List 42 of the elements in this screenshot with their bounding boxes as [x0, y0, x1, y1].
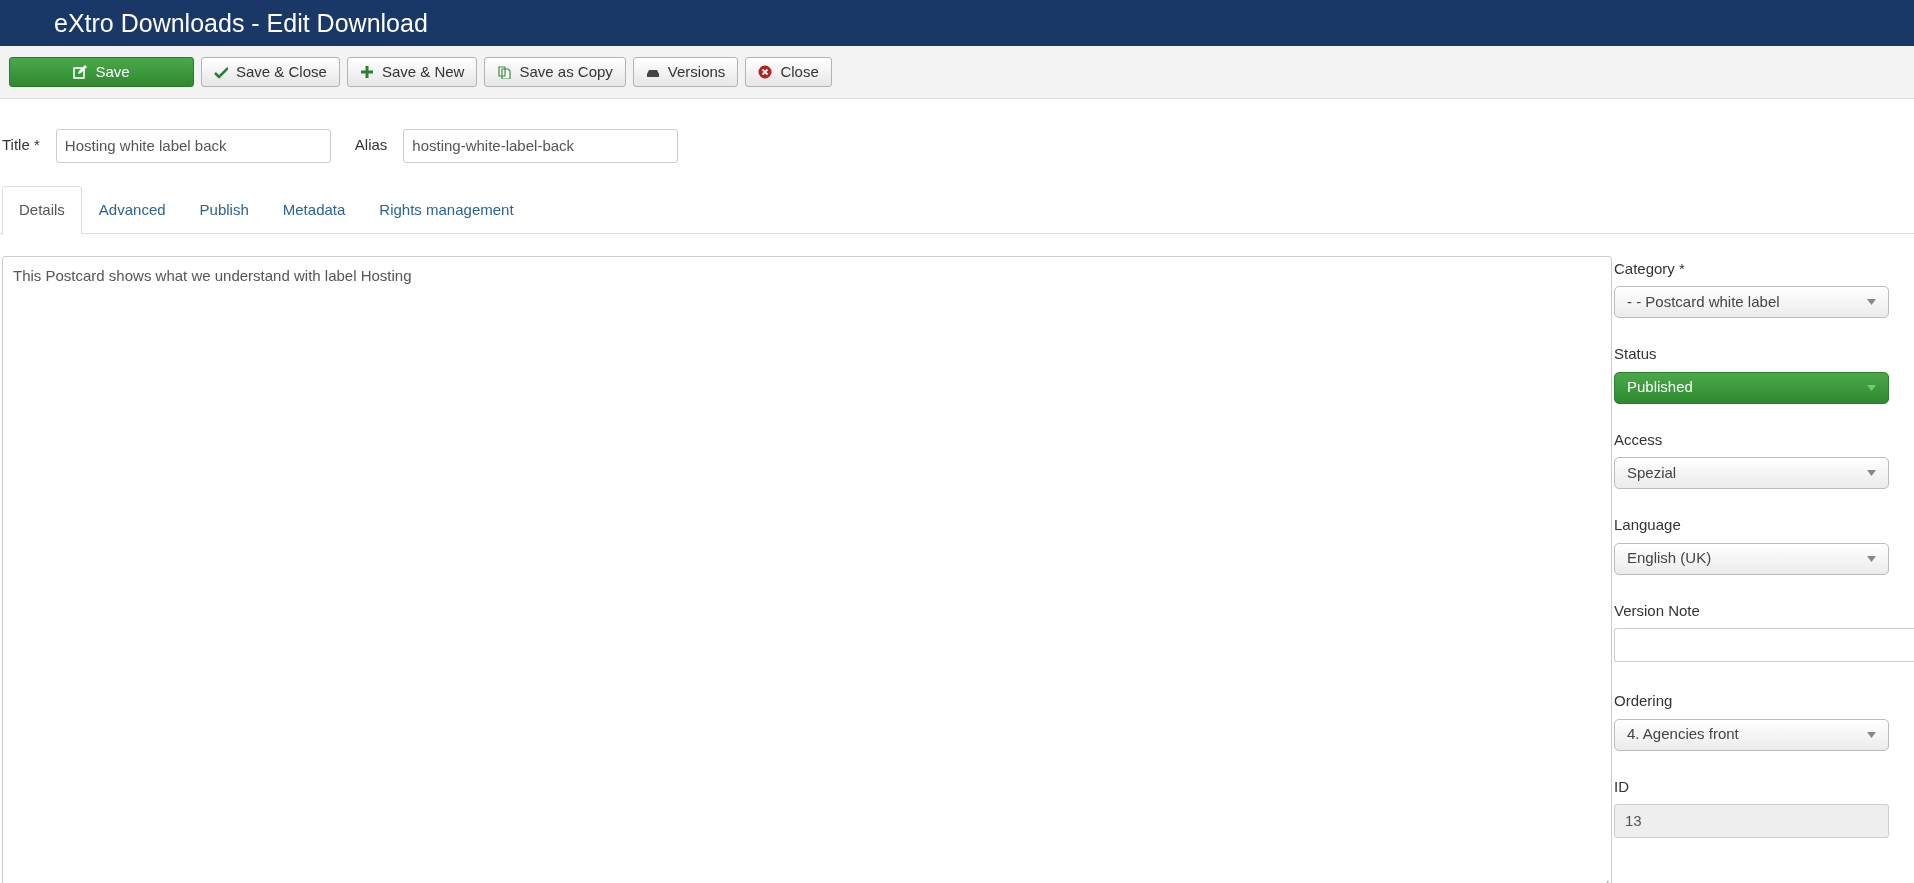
id-field: 13	[1614, 804, 1889, 838]
versions-button[interactable]: Versions	[632, 57, 739, 87]
field-label: Status	[1614, 344, 1658, 364]
dropdown[interactable]: English (UK)	[1614, 542, 1889, 575]
page-title: eXtro Downloads - Edit Download	[54, 8, 428, 38]
copy-icon	[497, 65, 512, 79]
field-label: Ordering	[1614, 691, 1674, 711]
dropdown[interactable]: Spezial	[1614, 457, 1889, 489]
field-label: Access	[1614, 429, 1664, 450]
editor-text: This Postcard shows what we understand with label Hosting	[13, 266, 412, 284]
save-copy-button[interactable]: Save as Copy	[484, 57, 626, 87]
field-label: Category *	[1614, 258, 1686, 279]
tab[interactable]: Metadata	[265, 186, 363, 234]
caret-icon	[1867, 555, 1876, 562]
field-label: Version Note	[1614, 600, 1701, 621]
dropdown[interactable]: - - Postcard white label	[1614, 286, 1889, 318]
save-close-button[interactable]: Save & Close	[201, 57, 340, 87]
caret-icon	[1867, 299, 1876, 305]
save-new-button[interactable]: Save & New	[346, 57, 478, 87]
tab[interactable]: Details	[2, 186, 82, 234]
tab[interactable]: Advanced	[81, 186, 183, 234]
alias-label: Alias	[354, 135, 388, 156]
plus-icon	[359, 65, 374, 79]
dropdown[interactable]: 4. Agencies front	[1614, 718, 1889, 751]
edit-icon	[73, 65, 88, 79]
version-note-field[interactable]	[1614, 628, 1914, 662]
check-icon	[214, 65, 228, 79]
tab[interactable]: Publish	[182, 186, 266, 234]
save-button[interactable]: Save	[9, 57, 194, 87]
field-label: Language	[1614, 515, 1682, 535]
tab[interactable]: Rights management	[362, 186, 531, 234]
title-label: Title *	[2, 135, 40, 156]
caret-icon	[1867, 731, 1876, 738]
caret-icon	[1867, 384, 1876, 391]
close-icon	[758, 65, 773, 79]
close-button[interactable]: Close	[745, 57, 832, 87]
description-editor[interactable]: This Postcard shows what we understand with label Hosting	[2, 255, 1612, 883]
alias-field[interactable]: hosting-white-label-back	[403, 128, 679, 163]
field-label: ID	[1614, 776, 1630, 797]
caret-icon	[1867, 470, 1876, 476]
title-field[interactable]: Hosting white label back	[55, 128, 331, 163]
status-dropdown[interactable]: Published	[1614, 371, 1889, 404]
